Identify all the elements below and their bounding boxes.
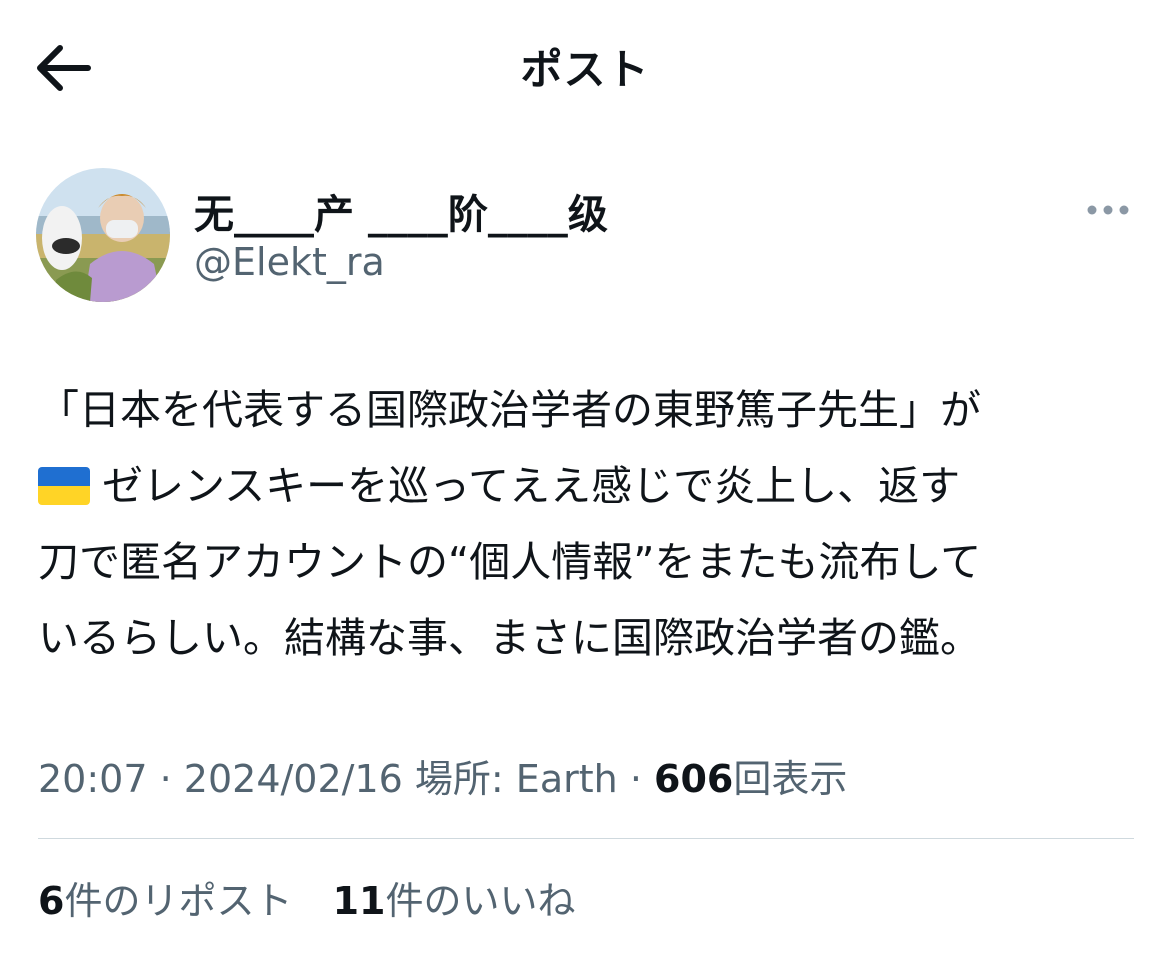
page-title: ポスト xyxy=(520,45,650,94)
display-name[interactable]: 无____产 ____阶____级 xyxy=(194,182,608,240)
likes-stat[interactable]: 11件のいいね xyxy=(333,870,576,925)
tweet-line: 刀で匿名アカウントの“個人情報”をまたも流布して xyxy=(38,538,982,586)
ukraine-flag-emoji xyxy=(38,467,90,505)
location: 場所: Earth xyxy=(414,757,618,801)
author-row: 无____产 ____阶____级 @Elekt_ra xyxy=(36,168,1136,304)
post-time[interactable]: 20:07 xyxy=(38,757,148,801)
reposts-label: 件のリポスト xyxy=(64,879,293,923)
engagement-stats: 6件のリポスト 11件のいいね xyxy=(38,870,575,925)
tweet-line: ゼレンスキーを巡ってええ感じで炎上し、返す xyxy=(38,448,1138,524)
tweet-text: 「日本を代表する国際政治学者の東野篤子先生」がゼレンスキーを巡ってええ感じで炎上… xyxy=(38,372,1138,676)
likes-count: 11 xyxy=(332,879,386,923)
top-bar: ポスト xyxy=(0,0,1170,136)
tweet-meta: 20:07 · 2024/02/16 場所: Earth · 606回表示 xyxy=(38,748,847,803)
post-date[interactable]: 2024/02/16 xyxy=(184,757,403,801)
tweet-line-text: ゼレンスキーを巡ってええ感じで炎上し、返す xyxy=(102,462,961,510)
avatar[interactable] xyxy=(36,168,170,302)
reposts-stat[interactable]: 6件のリポスト xyxy=(38,870,292,925)
user-handle[interactable]: @Elekt_ra xyxy=(194,240,385,284)
meta-separator: · xyxy=(159,757,172,801)
avatar-image xyxy=(36,168,170,302)
divider xyxy=(38,838,1134,839)
tweet-line: いるらしい。結構な事、まさに国際政治学者の鑑。 xyxy=(38,614,981,662)
more-button[interactable] xyxy=(1084,198,1132,222)
meta-separator: · xyxy=(629,757,642,801)
views-label: 回表示 xyxy=(733,757,848,801)
tweet-line: 「日本を代表する国際政治学者の東野篤子先生」が xyxy=(38,386,981,434)
more-horizontal-icon xyxy=(1087,205,1129,215)
likes-label: 件のいいね xyxy=(385,879,576,923)
views-count: 606 xyxy=(654,757,734,801)
reposts-count: 6 xyxy=(38,879,65,923)
